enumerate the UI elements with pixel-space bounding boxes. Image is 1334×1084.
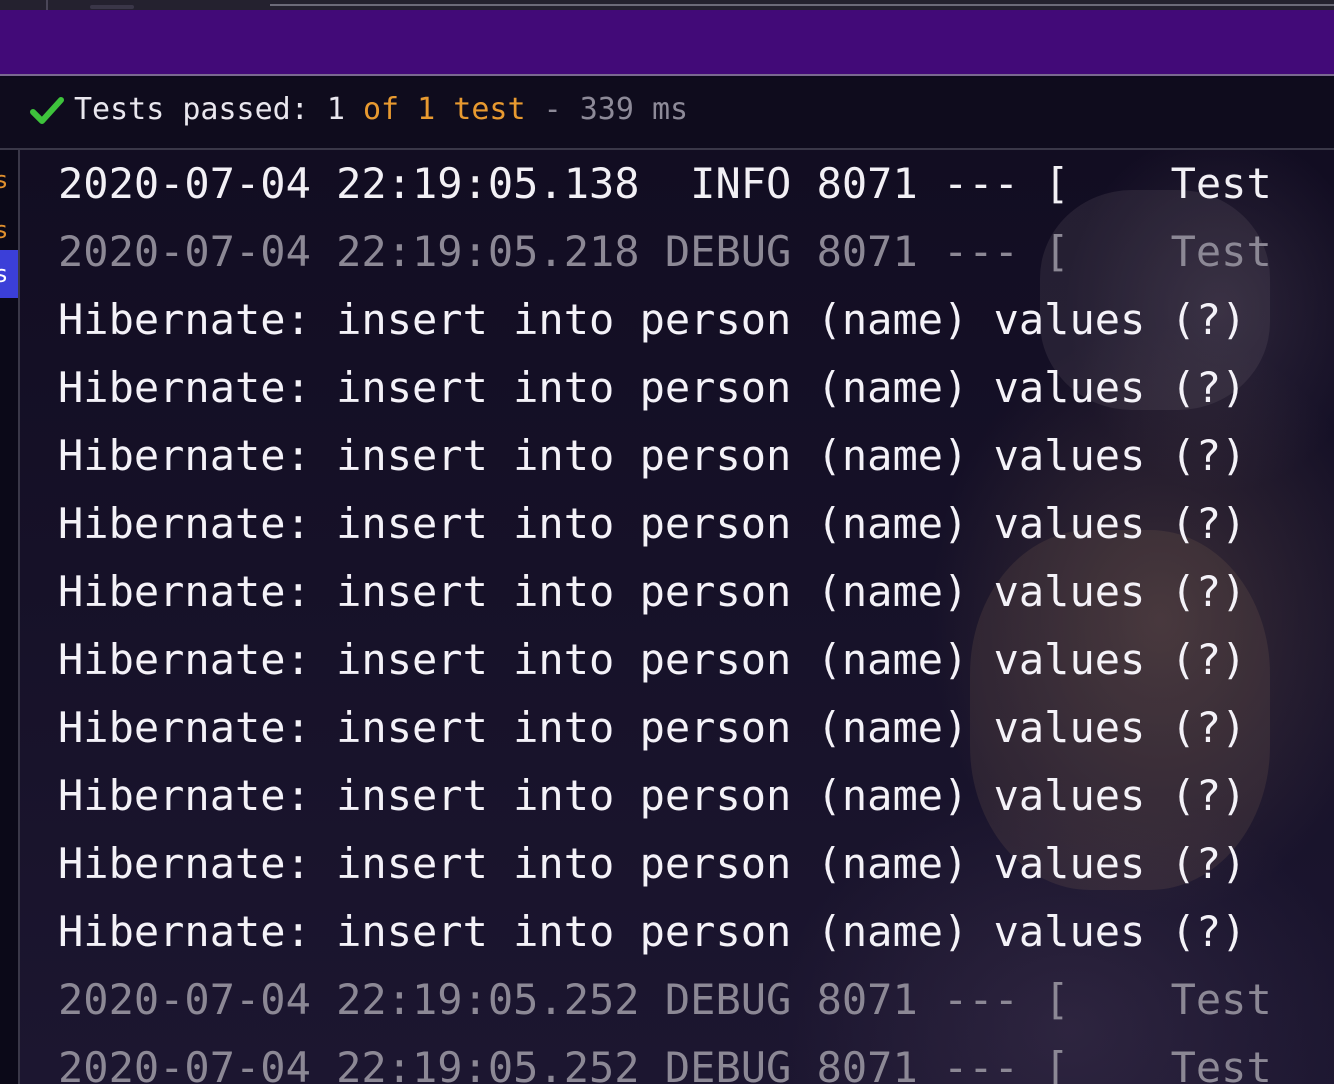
log-line-sql: Hibernate: insert into person (name) val… (58, 839, 1247, 888)
status-separator: - (525, 92, 580, 127)
log-line-sql: Hibernate: insert into person (name) val… (58, 635, 1247, 684)
log-line-sql: Hibernate: insert into person (name) val… (58, 703, 1247, 752)
tab-underline (270, 4, 1334, 6)
log-line-sql: Hibernate: insert into person (name) val… (58, 907, 1247, 956)
test-status-bar: Tests passed: 1 of 1 test - 339 ms (0, 78, 1334, 150)
tests-passed-label: Tests passed: 1 (74, 92, 363, 127)
log-line-sql: Hibernate: insert into person (name) val… (58, 363, 1247, 412)
log-line-sql: Hibernate: insert into person (name) val… (58, 295, 1247, 344)
test-tree-item[interactable]: s (0, 206, 18, 254)
run-toolbar (0, 10, 1334, 76)
log-line-info: 2020-07-04 22:19:05.138 INFO 8071 --- [ … (58, 159, 1272, 208)
test-duration: 339 ms (579, 92, 689, 127)
editor-tab-strip (0, 0, 1334, 10)
test-tree-gutter: s s s (0, 150, 20, 1084)
test-count-label: of 1 test (362, 92, 526, 127)
console-lines: 2020-07-04 22:19:05.138 INFO 8071 --- [ … (58, 150, 1272, 1084)
log-line-sql: Hibernate: insert into person (name) val… (58, 771, 1247, 820)
editor-tab[interactable] (90, 5, 134, 9)
log-line-sql: Hibernate: insert into person (name) val… (58, 499, 1247, 548)
test-tree-item-selected[interactable]: s (0, 250, 18, 298)
tab-divider (46, 0, 48, 10)
check-icon (30, 97, 64, 124)
log-line-debug: 2020-07-04 22:19:05.252 DEBUG 8071 --- [… (58, 1043, 1272, 1084)
test-status-text: Tests passed: 1 of 1 test - 339 ms (74, 90, 688, 130)
test-tree-item[interactable]: s (0, 156, 18, 204)
log-line-sql: Hibernate: insert into person (name) val… (58, 431, 1247, 480)
log-line-debug: 2020-07-04 22:19:05.218 DEBUG 8071 --- [… (58, 227, 1272, 276)
log-line-debug: 2020-07-04 22:19:05.252 DEBUG 8071 --- [… (58, 975, 1272, 1024)
console-output[interactable]: 2020-07-04 22:19:05.138 INFO 8071 --- [ … (20, 150, 1334, 1084)
log-line-sql: Hibernate: insert into person (name) val… (58, 567, 1247, 616)
